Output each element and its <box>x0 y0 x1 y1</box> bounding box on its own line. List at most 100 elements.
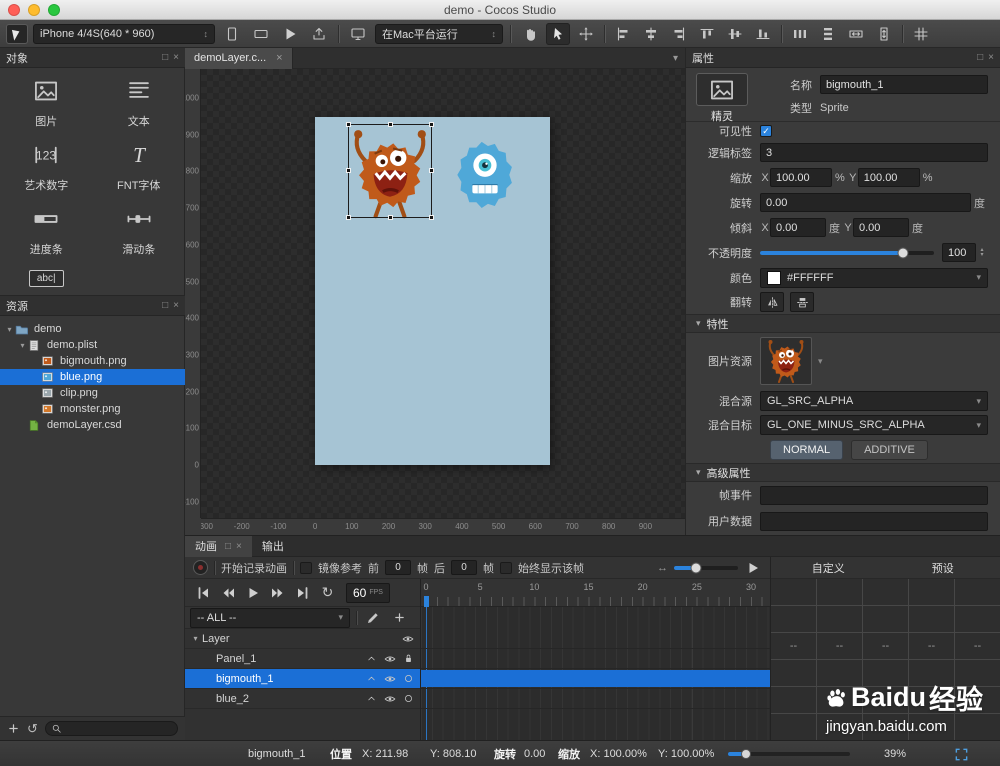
preset-cell[interactable]: -- <box>955 633 1000 660</box>
preset-cell[interactable]: -- <box>863 633 909 660</box>
blend-normal-button[interactable]: NORMAL <box>770 440 844 460</box>
run-target-select[interactable]: 在Mac平台运行 ↕ <box>375 23 503 44</box>
object-item-sliderbar[interactable]: 滑动条 <box>93 206 186 257</box>
preset-cell[interactable] <box>955 660 1000 687</box>
sprite-blue[interactable] <box>451 138 519 215</box>
frame-event-input[interactable] <box>760 485 988 505</box>
publish-button[interactable] <box>307 23 331 45</box>
frame-zoom-play-button[interactable] <box>744 559 762 577</box>
timeline-row-blue_2[interactable]: blue_2 <box>185 689 420 709</box>
opacity-slider[interactable] <box>760 247 934 258</box>
stage-canvas[interactable] <box>201 69 685 518</box>
preset-cell[interactable] <box>817 606 863 633</box>
preset-cell[interactable] <box>955 606 1000 633</box>
timeline-row-Panel_1[interactable]: Panel_1 <box>185 649 420 669</box>
playhead[interactable] <box>424 596 429 607</box>
image-resource-thumbnail[interactable] <box>760 337 812 385</box>
device-select[interactable]: iPhone 4/4S(640 * 960) ↕ <box>33 23 215 44</box>
flip-vertical-button[interactable] <box>790 292 814 312</box>
timeline-ruler[interactable]: 0 5 10 15 20 25 30 <box>421 579 770 607</box>
chevron-down-icon[interactable]: ▾ <box>818 356 823 367</box>
preset-cell[interactable] <box>863 606 909 633</box>
preset-cell[interactable]: -- <box>771 633 817 660</box>
preset-cell[interactable] <box>909 606 955 633</box>
dist-h-icon[interactable] <box>788 23 812 45</box>
color-select[interactable]: #FFFFFF ▾ <box>760 267 988 288</box>
custom-tab[interactable]: 自定义 <box>771 560 886 576</box>
selection-handle[interactable] <box>346 168 351 173</box>
resource-item[interactable]: blue.png <box>0 369 185 385</box>
align-vcenter-icon[interactable] <box>723 23 747 45</box>
eye-icon[interactable] <box>384 653 396 665</box>
blend-dst-select[interactable]: GL_ONE_MINUS_SRC_ALPHA ▾ <box>760 415 988 435</box>
preset-cell[interactable] <box>817 660 863 687</box>
selection-handle[interactable] <box>388 215 393 220</box>
timeline-track[interactable] <box>421 689 770 709</box>
float-panel-icon[interactable]: □ <box>162 300 168 311</box>
close-panel-icon[interactable]: × <box>236 541 242 552</box>
tab-demolayer[interactable]: demoLayer.c... × <box>185 47 293 69</box>
advanced-section-header[interactable]: ▾ 高级属性 <box>686 463 1000 482</box>
frame-prev-icon[interactable] <box>216 583 239 603</box>
eye-icon[interactable] <box>384 673 396 685</box>
timeline-row-Layer[interactable]: ▾ Layer <box>185 629 420 649</box>
preset-cell[interactable] <box>909 579 955 606</box>
design-stage[interactable] <box>315 117 550 465</box>
selection-handle[interactable] <box>346 215 351 220</box>
expander-icon[interactable]: ▾ <box>4 325 15 334</box>
portrait-orientation-button[interactable] <box>220 23 244 45</box>
animation-filter-select[interactable]: -- ALL -- ▾ <box>190 607 350 628</box>
selection-handle[interactable] <box>429 122 434 127</box>
preset-cell[interactable] <box>817 579 863 606</box>
tab-list-chevron-icon[interactable]: ▾ <box>673 53 678 64</box>
preset-cell[interactable] <box>863 660 909 687</box>
same-height-icon[interactable] <box>872 23 896 45</box>
loop-icon[interactable]: ↻ <box>316 583 339 603</box>
opacity-input[interactable] <box>942 243 976 262</box>
opacity-stepper[interactable]: ▴ ▾ <box>976 247 988 258</box>
canvas-zoom-slider[interactable] <box>728 749 850 759</box>
expander-icon[interactable]: ▾ <box>17 341 28 350</box>
fullscreen-icon[interactable] <box>954 741 969 766</box>
close-panel-icon[interactable]: × <box>988 52 994 63</box>
frame-zoom-slider[interactable] <box>674 562 738 573</box>
resource-item[interactable]: ▾ demo.plist <box>0 337 185 353</box>
skip-end-icon[interactable] <box>291 583 314 603</box>
skip-start-icon[interactable] <box>191 583 214 603</box>
object-item-text[interactable]: 文本 <box>93 78 186 129</box>
float-panel-icon[interactable]: □ <box>162 52 168 63</box>
preset-cell[interactable] <box>909 687 955 714</box>
lock-icon[interactable] <box>403 653 414 664</box>
preset-cell[interactable] <box>909 714 955 741</box>
preset-cell[interactable] <box>863 579 909 606</box>
record-label[interactable]: 开始记录动画 <box>221 560 287 576</box>
after-frames-input[interactable] <box>451 560 477 575</box>
same-width-icon[interactable] <box>844 23 868 45</box>
preset-cell[interactable] <box>909 660 955 687</box>
frame-next-icon[interactable] <box>266 583 289 603</box>
object-item-textfield[interactable]: abc| <box>0 270 93 287</box>
expander-icon[interactable]: ▾ <box>189 634 202 643</box>
hand-tool[interactable] <box>518 23 542 45</box>
resource-item[interactable]: monster.png <box>0 401 185 417</box>
transform-tool[interactable] <box>574 23 598 45</box>
preset-cell[interactable] <box>955 579 1000 606</box>
play-preview-button[interactable] <box>278 23 302 45</box>
resource-item[interactable]: bigmouth.png <box>0 353 185 369</box>
refresh-resources-button[interactable]: ↺ <box>27 721 38 737</box>
align-hcenter-icon[interactable] <box>639 23 663 45</box>
align-bottom-icon[interactable] <box>751 23 775 45</box>
selection-handle[interactable] <box>388 122 393 127</box>
align-left-icon[interactable] <box>611 23 635 45</box>
blend-additive-button[interactable]: ADDITIVE <box>851 440 928 460</box>
preset-cell[interactable] <box>955 714 1000 741</box>
mirror-checkbox[interactable] <box>300 561 312 574</box>
flip-horizontal-button[interactable] <box>760 292 784 312</box>
circle-icon[interactable] <box>403 673 414 684</box>
preset-cell[interactable] <box>771 660 817 687</box>
play-tr-icon[interactable] <box>241 583 264 603</box>
timeline-track[interactable] <box>421 669 770 689</box>
tab-animation[interactable]: 动画 □ × <box>185 535 252 557</box>
preset-cell[interactable] <box>771 606 817 633</box>
close-panel-icon[interactable]: × <box>173 300 179 311</box>
